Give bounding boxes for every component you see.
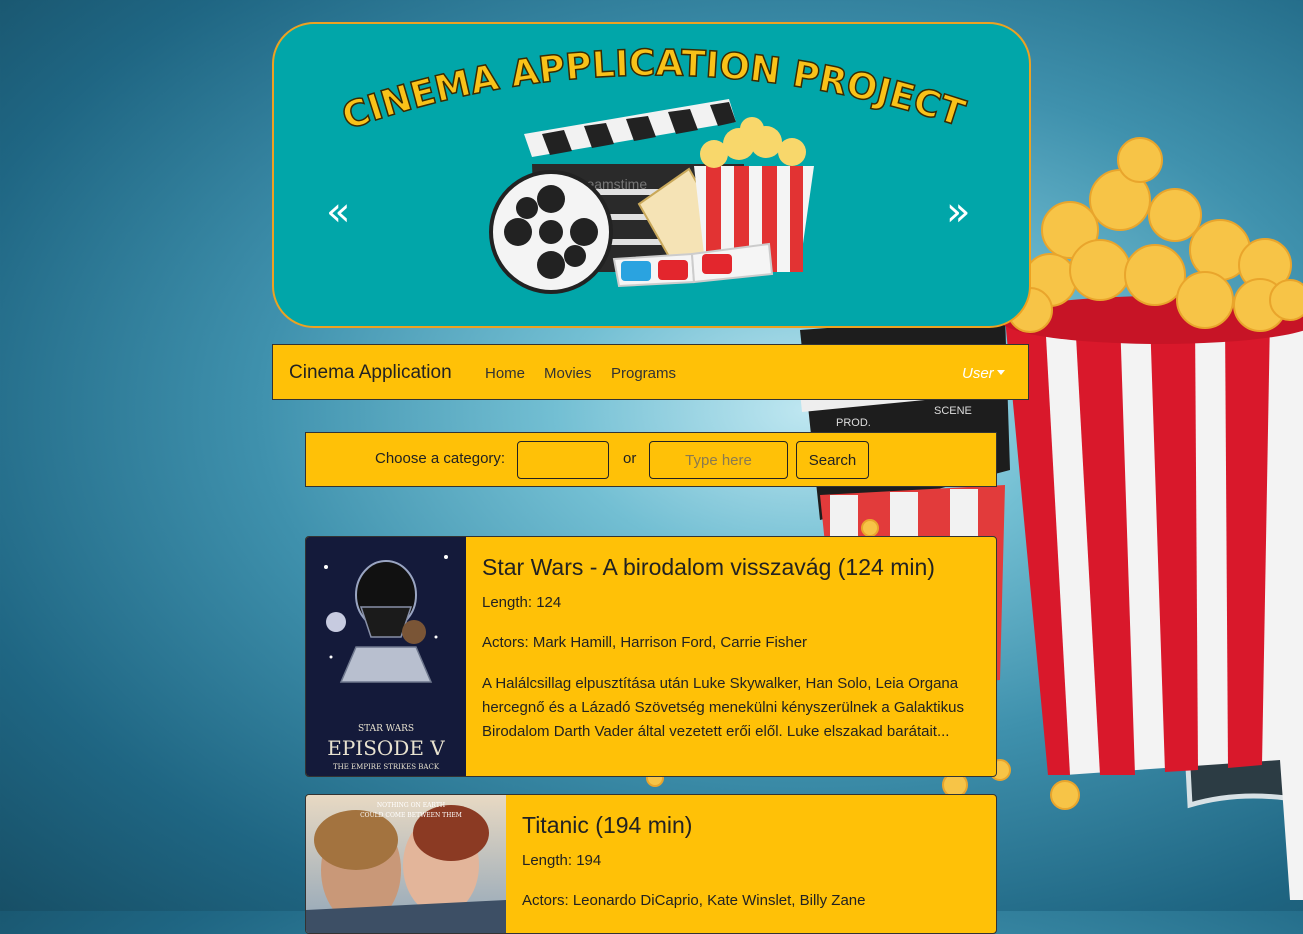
nav-programs-link[interactable]: Programs [611,365,676,382]
movie-poster-image: NOTHING ON EARTH COULD COME BETWEEN THEM [306,795,506,933]
search-button[interactable]: Search [796,441,869,479]
poster-episode-title: EPISODE V [327,736,445,760]
user-dropdown-label: User [962,365,994,382]
clapper-scene-text: SCENE [934,405,972,417]
nav-home-link[interactable]: Home [485,365,525,382]
carousel-next-icon[interactable]: » [946,192,970,232]
movie-poster-image: STAR WARS EPISODE V THE EMPIRE STRIKES B… [306,537,466,776]
movie-length: Length: 124 [482,594,562,611]
movie-title[interactable]: Star Wars - A birodalom visszavág (124 m… [482,554,935,581]
movie-card[interactable]: STAR WARS EPISODE V THE EMPIRE STRIKES B… [305,536,997,777]
movie-title[interactable]: Titanic (194 min) [522,812,692,839]
nav-movies-link[interactable]: Movies [544,365,592,382]
poster-tagline-2: COULD COME BETWEEN THEM [360,812,462,819]
banner-carousel: CINEMA APPLICATION PROJECT dreamstime « … [272,22,1031,328]
poster-tagline-1: NOTHING ON EARTH [377,802,445,809]
clapper-prod-text: PROD. [836,417,871,429]
movie-actors: Actors: Mark Hamill, Harrison Ford, Carr… [482,634,808,651]
category-label: Choose a category: [375,450,506,467]
category-select[interactable] [517,441,609,479]
navbar-brand[interactable]: Cinema Application [289,362,452,384]
large-popcorn-bucket-icon [1000,296,1303,900]
caret-down-icon [996,370,1005,375]
search-bar: Choose a category: or Search [305,432,997,487]
movie-actors: Actors: Leonardo DiCaprio, Kate Winslet,… [522,892,866,909]
or-label: or [623,450,637,467]
film-reel-banner-icon [489,170,613,294]
movie-length: Length: 194 [522,852,602,869]
user-dropdown[interactable]: User [962,365,1005,382]
poster-small-title: STAR WARS [358,724,414,734]
banner-image: CINEMA APPLICATION PROJECT dreamstime [336,42,971,294]
carousel-prev-icon[interactable]: « [326,192,350,232]
poster-subtitle: THE EMPIRE STRIKES BACK [333,763,440,771]
movie-description: A Halálcsillag elpusztítása után Luke Sk… [482,675,964,740]
search-input[interactable] [649,441,788,479]
navbar: Cinema Application Home Movies Programs … [272,344,1029,400]
movie-card[interactable]: NOTHING ON EARTH COULD COME BETWEEN THEM… [305,794,997,934]
